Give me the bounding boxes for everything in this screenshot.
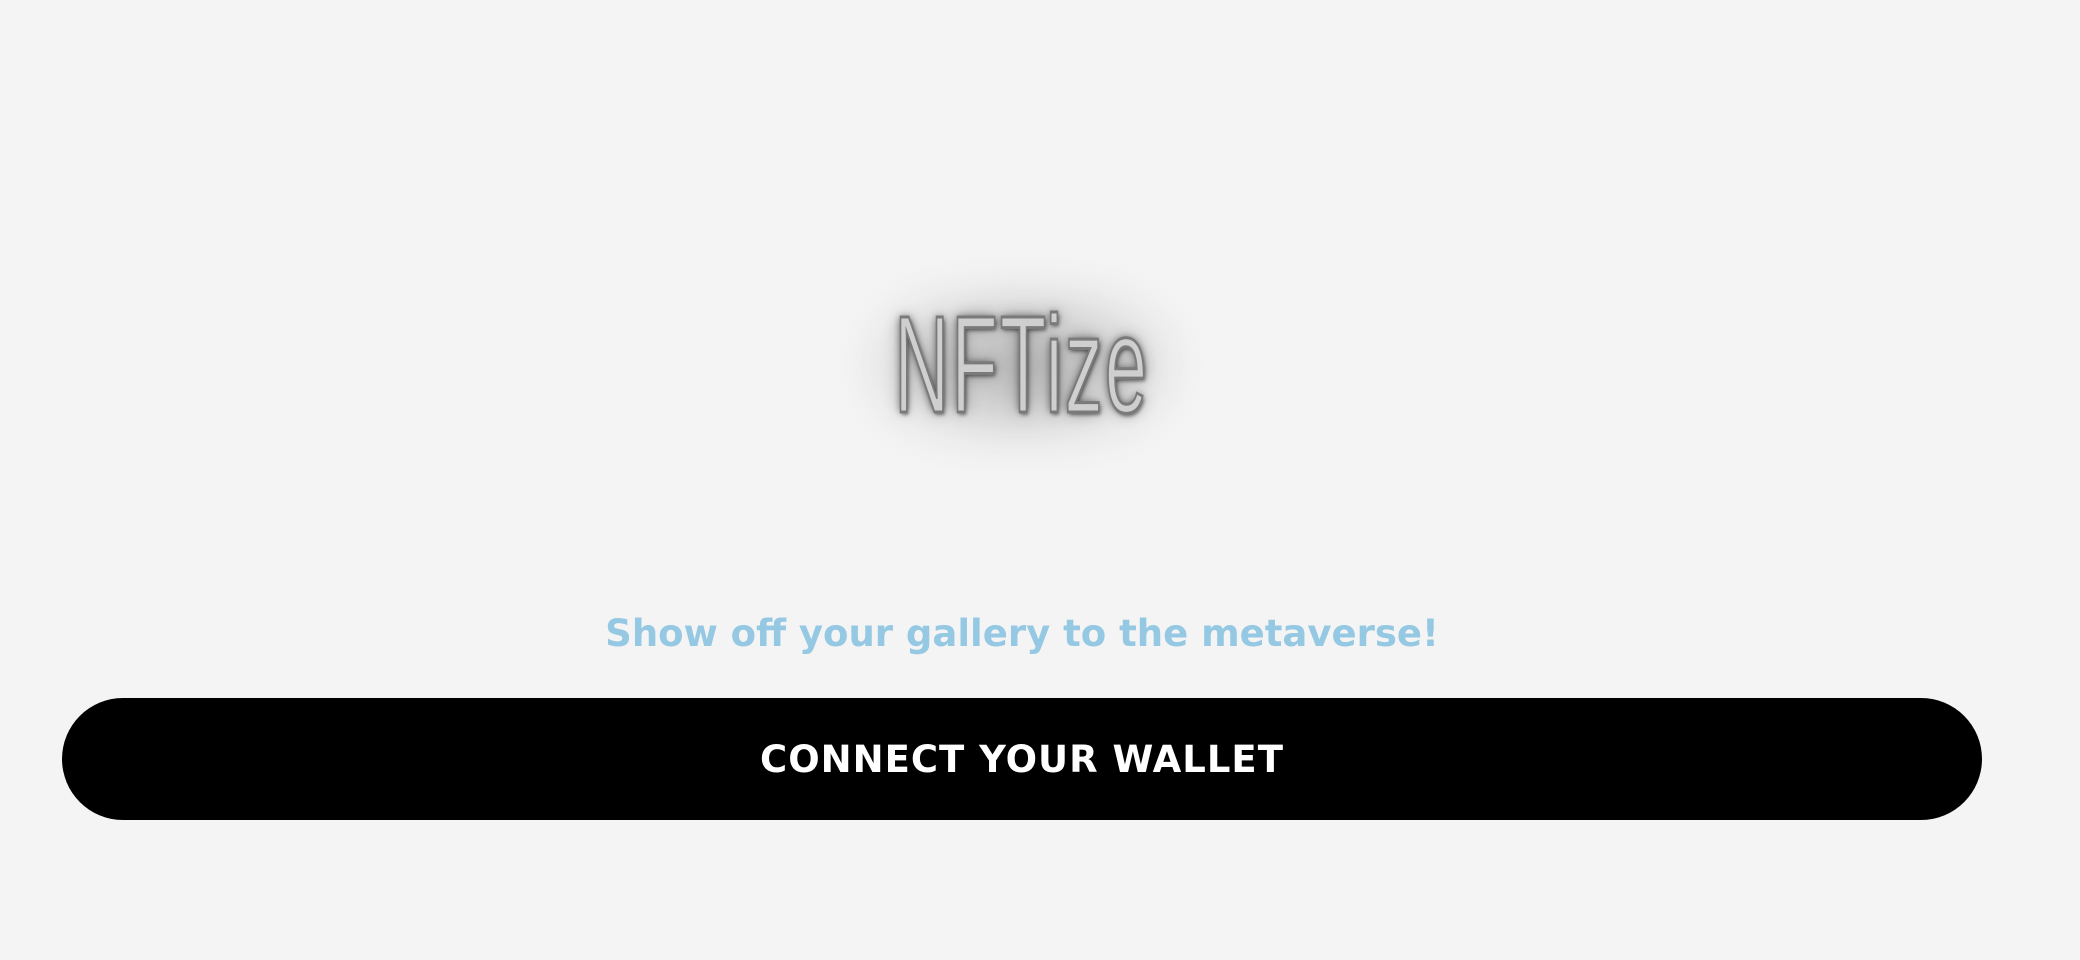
logo: NFTize xyxy=(822,212,1222,517)
connect-wallet-button[interactable]: CONNECT YOUR WALLET xyxy=(62,698,1982,820)
tagline: Show off your gallery to the metaverse! xyxy=(605,612,1439,655)
logo-text: NFTize xyxy=(894,287,1150,442)
connect-wallet-label: CONNECT YOUR WALLET xyxy=(760,737,1284,781)
landing-page: NFTize Show off your gallery to the meta… xyxy=(0,0,2080,960)
